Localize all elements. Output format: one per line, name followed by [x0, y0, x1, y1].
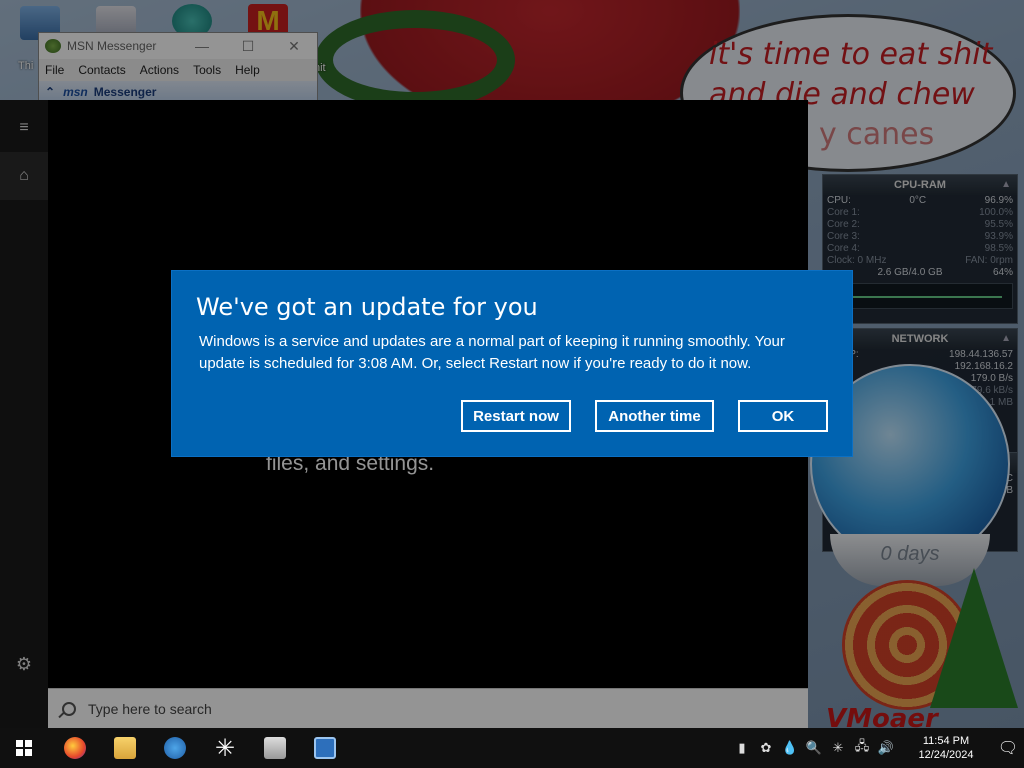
dialog-button-row: Restart now Another time OK [461, 400, 828, 432]
network-icon[interactable]: 🖧 [852, 737, 872, 759]
dialog-title: We've got an update for you [196, 293, 538, 321]
msn-messenger-taskbar-icon[interactable] [150, 728, 200, 768]
tray-app-icon[interactable]: ✿ [756, 740, 776, 756]
firefox-taskbar-icon[interactable] [50, 728, 100, 768]
taskbar: ✳ ▮ ✿ 💧 🔍 ✳ 🖧 🔊 11:54 PM 12/24/2024 🗨 [0, 728, 1024, 768]
taskbar-clock[interactable]: 11:54 PM 12/24/2024 [906, 734, 986, 762]
tray-snowflake-icon[interactable]: ✳ [828, 740, 848, 756]
system-tray: ▮ ✿ 💧 🔍 ✳ 🖧 🔊 11:54 PM 12/24/2024 🗨 [732, 728, 1024, 768]
notification-icon[interactable]: 🗨 [992, 738, 1024, 758]
update-dialog: We've got an update for you Windows is a… [172, 271, 852, 456]
volume-icon[interactable]: 🔊 [876, 740, 896, 756]
tray-drop-icon[interactable]: 💧 [780, 740, 800, 756]
ok-button[interactable]: OK [738, 400, 828, 432]
clock-date: 12/24/2024 [918, 749, 974, 761]
app-taskbar-icon[interactable] [250, 728, 300, 768]
restart-now-button[interactable]: Restart now [461, 400, 571, 432]
another-time-button[interactable]: Another time [595, 400, 714, 432]
dialog-message: Windows is a service and updates are a n… [199, 333, 785, 372]
tray-app-icon[interactable]: ▮ [732, 740, 752, 756]
tray-search-icon[interactable]: 🔍 [804, 740, 824, 756]
clock-time: 11:54 PM [922, 735, 970, 747]
windows-logo-icon [16, 740, 32, 756]
settings-taskbar-icon[interactable] [300, 728, 350, 768]
file-explorer-taskbar-icon[interactable] [100, 728, 150, 768]
start-button[interactable] [0, 728, 48, 768]
snowflake-taskbar-icon[interactable]: ✳ [200, 728, 250, 768]
